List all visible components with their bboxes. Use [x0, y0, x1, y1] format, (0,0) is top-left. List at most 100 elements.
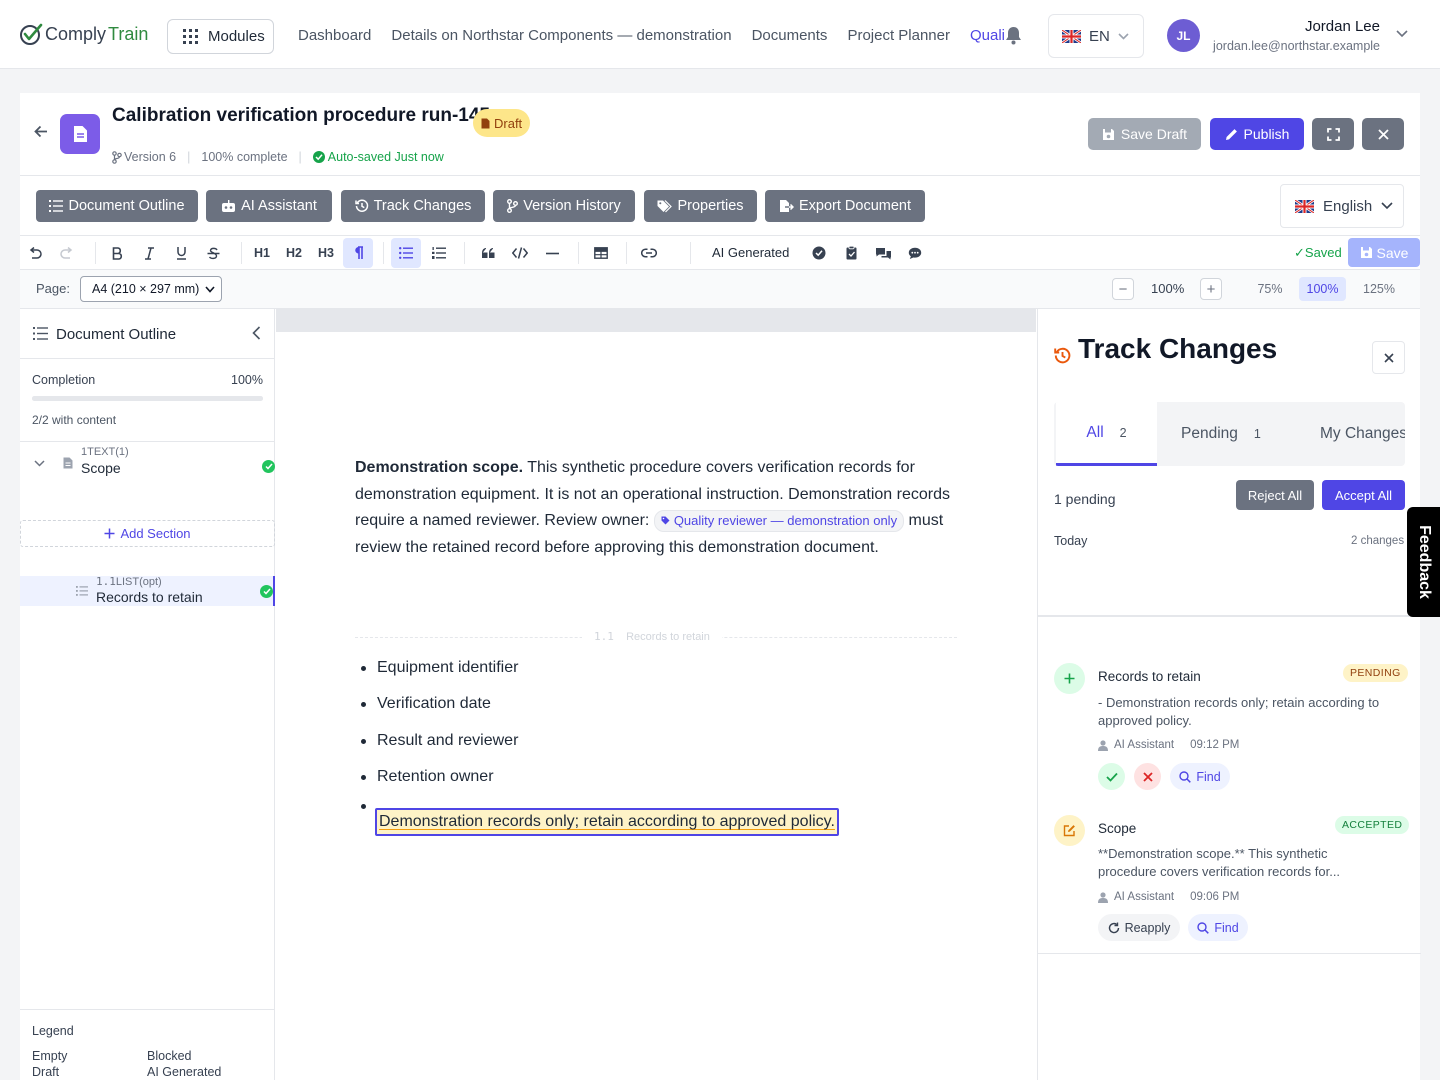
change-time: 09:06 PM	[1190, 891, 1240, 903]
check-circle-icon[interactable]	[806, 241, 832, 265]
file-text-icon	[63, 457, 73, 469]
accept-all-button[interactable]: Accept All	[1322, 480, 1405, 510]
redo-icon[interactable]	[54, 241, 80, 265]
ai-generated-toggle[interactable]: AI Generated	[712, 245, 789, 260]
change-meta: AI Assistant 09:06 PM	[1098, 891, 1239, 903]
paragraph-icon[interactable]	[343, 238, 373, 268]
logo[interactable]: Comply Train	[19, 22, 148, 46]
horizontal-rule-icon[interactable]	[539, 241, 565, 265]
legend-title: Legend	[32, 1024, 74, 1038]
list-icon	[49, 200, 64, 212]
save-draft-button[interactable]: Save Draft	[1088, 118, 1201, 150]
nav-links: Dashboard Details on Northstar Component…	[298, 27, 1005, 44]
version-info: Version 6	[112, 150, 176, 164]
underline-icon[interactable]	[168, 241, 194, 265]
tab-all[interactable]: All 2	[1056, 402, 1157, 466]
zoom-preset-100[interactable]: 100%	[1299, 277, 1346, 301]
pencil-icon	[1225, 128, 1237, 140]
user-info[interactable]: Jordan Lee jordan.lee@northstar.example	[1180, 18, 1380, 53]
version-label: Version 6	[124, 150, 177, 164]
close-icon	[1142, 771, 1153, 782]
zoom-out-button[interactable]: −	[1112, 278, 1134, 300]
list-item[interactable]: Result and reviewer	[361, 732, 518, 750]
clipboard-check-icon[interactable]	[838, 241, 864, 265]
feedback-tab[interactable]: Feedback	[1407, 507, 1440, 617]
tab-my-changes[interactable]: My Changes	[1320, 402, 1405, 466]
nav-link-project-planner[interactable]: Project Planner	[847, 27, 950, 44]
table-icon[interactable]	[588, 241, 614, 265]
numbered-list-icon[interactable]	[426, 241, 452, 265]
collapse-outline-icon[interactable]	[252, 326, 261, 340]
chevron-down-icon[interactable]	[34, 460, 45, 467]
document-language-select[interactable]: English	[1280, 184, 1404, 228]
quote-icon[interactable]	[475, 241, 501, 265]
list-item[interactable]: Equipment identifier	[361, 659, 518, 677]
outline-section-records-to-retain[interactable]: 1.1LIST(opt) Records to retain	[20, 575, 275, 606]
change-title: Records to retain	[1098, 669, 1201, 684]
track-changes-button[interactable]: Track Changes	[341, 190, 485, 222]
export-document-button[interactable]: Export Document	[765, 190, 925, 222]
heading-2-button[interactable]: H2	[281, 241, 307, 265]
document-canvas[interactable]: Demonstration scope. This synthetic proc…	[276, 309, 1036, 1080]
zoom-preset-75[interactable]: 75%	[1250, 277, 1290, 301]
properties-button[interactable]: Properties	[644, 190, 757, 222]
tab-pending[interactable]: Pending 1	[1181, 402, 1261, 466]
pending-change-highlight[interactable]: Demonstration records only; retain accor…	[375, 808, 839, 836]
user-menu-chevron-icon[interactable]	[1396, 30, 1408, 38]
modules-button[interactable]: Modules	[167, 19, 274, 54]
change-body: - Demonstration records only; retain acc…	[1098, 695, 1380, 728]
reject-all-button[interactable]: Reject All	[1236, 480, 1314, 510]
page-size-select[interactable]: A4 (210 × 297 mm)	[80, 276, 222, 302]
nav-link-project-details[interactable]: Details on Northstar Components — demons…	[391, 27, 731, 44]
close-panel-button[interactable]	[1372, 341, 1405, 374]
section-name: Scope	[81, 460, 121, 476]
accept-change-button[interactable]	[1098, 763, 1125, 790]
legend-item-empty: Empty	[32, 1049, 68, 1063]
autosave-status: Auto-saved Just now	[312, 150, 444, 164]
document-outline-button[interactable]: Document Outline	[36, 190, 198, 222]
code-icon[interactable]	[507, 241, 533, 265]
nav-link-dashboard[interactable]: Dashboard	[298, 27, 371, 44]
scope-lead: Demonstration scope.	[355, 459, 524, 476]
zoom-in-button[interactable]: +	[1200, 278, 1222, 300]
version-history-button[interactable]: Version History	[493, 190, 635, 222]
list-item-bullet	[361, 804, 366, 809]
outline-title: Document Outline	[56, 326, 177, 343]
comment-dots-icon[interactable]	[902, 241, 928, 265]
find-change-button[interactable]: Find	[1170, 763, 1230, 790]
bell-icon[interactable]	[1005, 26, 1022, 45]
add-section-button[interactable]: Add Section	[20, 520, 275, 547]
heading-1-button[interactable]: H1	[249, 241, 275, 265]
bold-icon[interactable]	[104, 241, 130, 265]
ai-assistant-button[interactable]: AI Assistant	[206, 190, 332, 222]
strikethrough-icon[interactable]	[200, 241, 226, 265]
link-icon[interactable]	[636, 241, 662, 265]
save-button[interactable]: Save	[1348, 238, 1420, 267]
change-filter-tabs: All 2 Pending 1 My Changes	[1054, 402, 1405, 466]
track-changes-title: Track Changes	[1078, 333, 1278, 364]
close-editor-button[interactable]	[1362, 118, 1404, 150]
italic-icon[interactable]	[136, 241, 162, 265]
reject-change-button[interactable]	[1134, 763, 1161, 790]
fullscreen-button[interactable]	[1312, 118, 1354, 150]
bullet-list-icon[interactable]	[391, 238, 421, 268]
comments-icon[interactable]	[870, 241, 896, 265]
language-code: EN	[1089, 27, 1110, 45]
section-number: 1.1LIST(opt)	[96, 575, 162, 588]
reviewer-chip[interactable]: Quality reviewer — demonstration only	[653, 509, 905, 532]
nav-link-documents[interactable]: Documents	[752, 27, 828, 44]
undo-icon[interactable]	[22, 241, 48, 265]
page-settings-bar: Page: A4 (210 × 297 mm) − 100% + 75% 100…	[20, 270, 1420, 309]
publish-button[interactable]: Publish	[1210, 118, 1304, 150]
heading-3-button[interactable]: H3	[313, 241, 339, 265]
nav-link-quality[interactable]: Quali	[970, 27, 1005, 44]
outline-section-scope[interactable]: 1TEXT(1) Scope	[20, 446, 275, 479]
zoom-preset-125[interactable]: 125%	[1356, 277, 1402, 301]
reapply-change-button[interactable]: Reapply	[1098, 914, 1180, 941]
language-switcher[interactable]: EN	[1048, 14, 1144, 58]
list-item[interactable]: Retention owner	[361, 768, 494, 786]
list-item[interactable]: Verification date	[361, 695, 491, 713]
back-arrow-icon[interactable]	[34, 125, 48, 138]
find-change-button[interactable]: Find	[1188, 914, 1248, 941]
scope-paragraph[interactable]: Demonstration scope. This synthetic proc…	[355, 455, 960, 561]
